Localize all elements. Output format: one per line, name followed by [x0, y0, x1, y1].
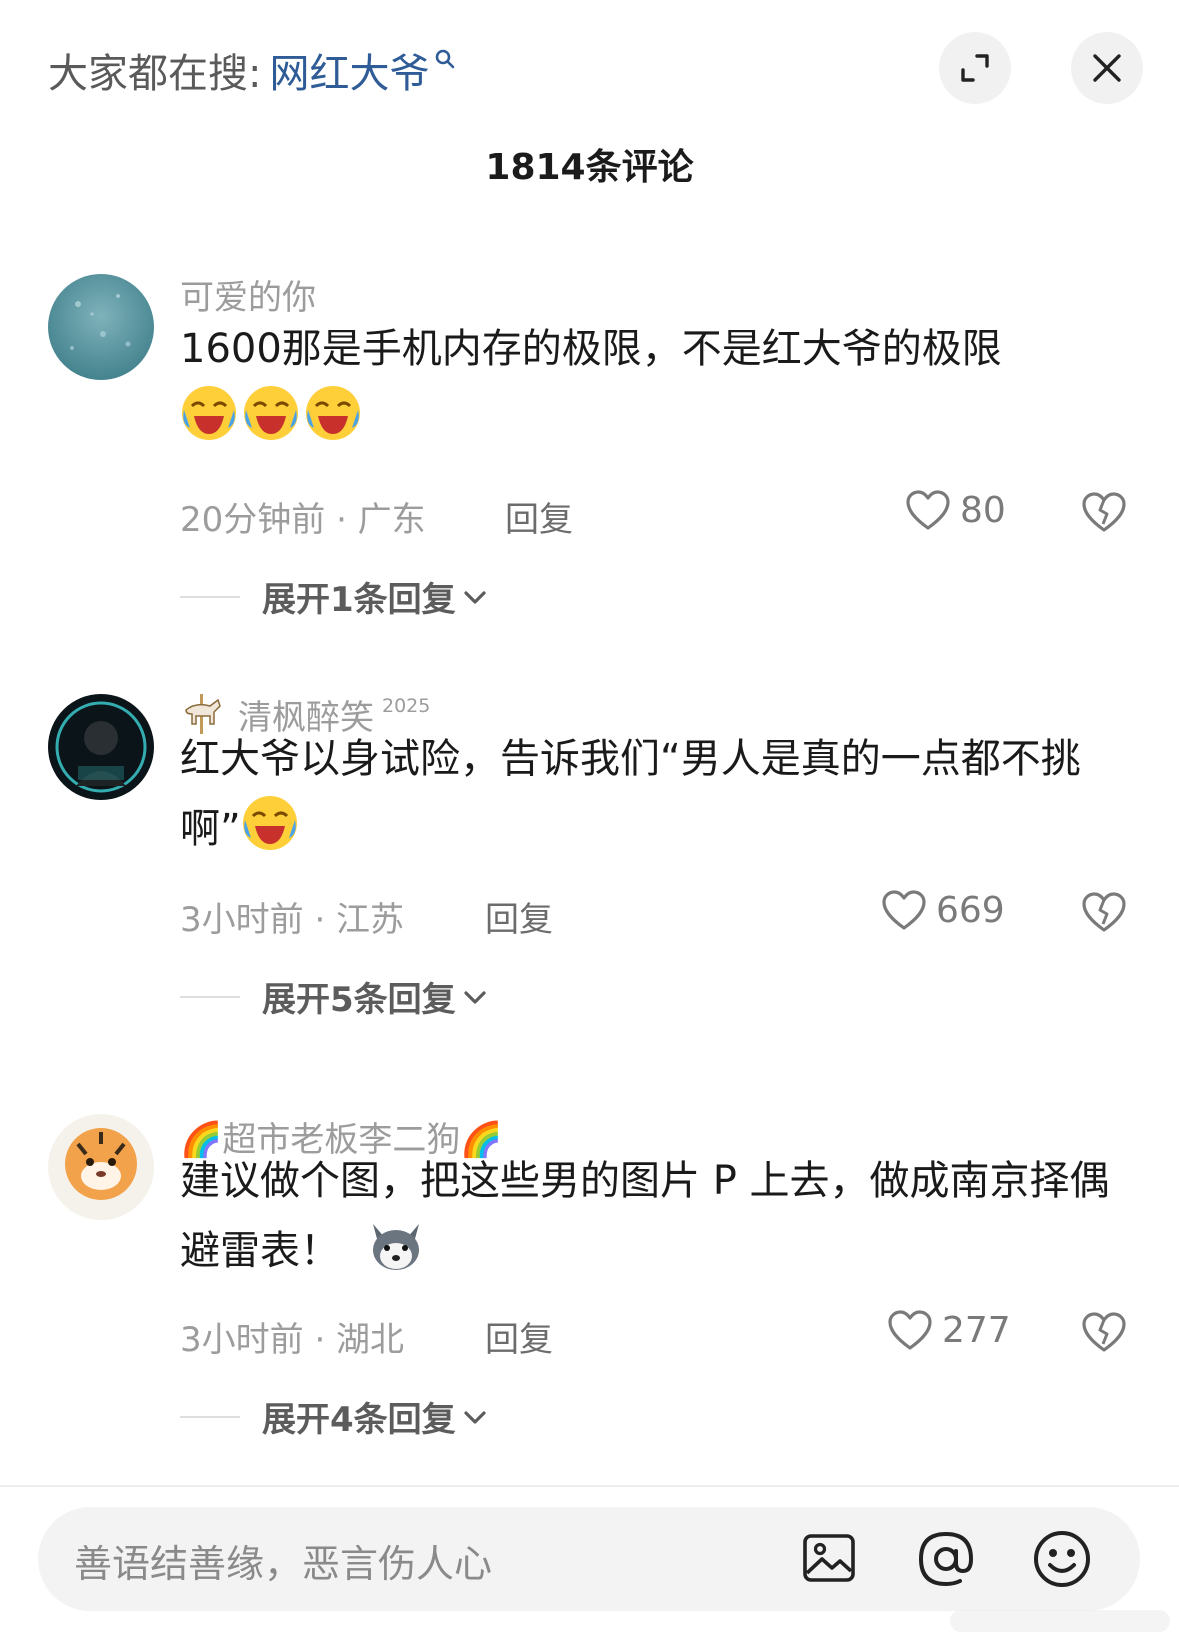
like-count: 669 — [936, 889, 1005, 931]
comment-input[interactable]: 善语结善缘，恶言伤人心 — [38, 1507, 1140, 1611]
expand-replies-label: 展开4条回复 — [262, 1400, 456, 1440]
laughing-crying-emoji-icon — [244, 386, 298, 440]
heart-outline-icon — [888, 1310, 932, 1350]
heart-outline-icon — [906, 490, 950, 530]
laughing-crying-emoji-icon — [306, 386, 360, 440]
divider-line — [180, 1415, 240, 1418]
laughing-crying-emoji-icon — [182, 386, 236, 440]
chevron-down-icon — [464, 590, 486, 604]
expand-replies-button[interactable]: 展开5条回复 — [180, 972, 488, 1021]
like-button[interactable]: 669 — [880, 888, 1005, 932]
comments-sheet: 大家都在搜: 网红大爷 1814条评论 可爱的你 1600那是手机内存的极限，不… — [0, 0, 1179, 1646]
broken-heart-icon[interactable] — [1080, 1310, 1128, 1354]
watermark-logo — [950, 1610, 1170, 1632]
like-count: 80 — [960, 489, 1006, 531]
close-icon — [1093, 54, 1121, 82]
reply-button[interactable]: 回复 — [485, 1312, 553, 1361]
broken-heart-icon[interactable] — [1080, 490, 1128, 534]
comment-input-placeholder: 善语结善缘，恶言伤人心 — [74, 1542, 493, 1586]
comment-text: 建议做个图，把这些男的图片 P 上去，做成南京择偶避雷表！ — [180, 1146, 1140, 1286]
close-button[interactable] — [1071, 32, 1143, 104]
chevron-down-icon — [464, 1410, 486, 1424]
expand-replies-label: 展开1条回复 — [262, 580, 456, 620]
broken-heart-icon[interactable] — [1080, 890, 1128, 934]
expand-icon — [961, 54, 989, 82]
username[interactable]: 可爱的你 — [180, 270, 316, 319]
comment-text-content: 建议做个图，把这些男的图片 P 上去，做成南京择偶避雷表！ — [180, 1158, 1110, 1274]
year-badge: 2025 — [382, 694, 431, 717]
search-prefix: 大家都在搜: — [48, 51, 262, 97]
expand-replies-button[interactable]: 展开4条回复 — [180, 1392, 488, 1441]
divider-line — [180, 595, 240, 598]
username-text: 可爱的你 — [180, 278, 316, 318]
smiley-icon[interactable] — [1032, 1529, 1092, 1589]
husky-dog-emoji-icon — [372, 1224, 419, 1270]
avatar[interactable] — [48, 274, 154, 380]
comment-meta: 3小时前 · 湖北 — [180, 1320, 405, 1360]
at-icon[interactable] — [916, 1529, 976, 1589]
expand-replies-button[interactable]: 展开1条回复 — [180, 572, 488, 621]
comment-meta: 20分钟前 · 广东 — [180, 500, 426, 540]
comment-text-content: 1600那是手机内存的极限，不是红大爷的极限 — [180, 326, 1002, 372]
avatar[interactable] — [48, 694, 154, 800]
input-divider — [0, 1485, 1179, 1487]
comment-text: 红大爷以身试险，告诉我们“男人是真的一点都不挑啊” — [180, 724, 1140, 864]
expand-replies-label: 展开5条回复 — [262, 980, 456, 1020]
like-button[interactable]: 277 — [886, 1308, 1011, 1352]
emoji-row — [180, 386, 366, 442]
trending-search-bar[interactable]: 大家都在搜: 网红大爷 — [48, 38, 457, 102]
comment-count: 1814条评论 — [485, 147, 694, 188]
comment-text: 1600那是手机内存的极限，不是红大爷的极限 — [180, 314, 1140, 454]
chevron-down-icon — [464, 990, 486, 1004]
like-button[interactable]: 80 — [904, 488, 1006, 532]
avatar[interactable] — [48, 1114, 154, 1220]
expand-button[interactable] — [939, 32, 1011, 104]
heart-outline-icon — [882, 890, 926, 930]
search-term-link[interactable]: 网红大爷 — [269, 41, 429, 99]
reply-button[interactable]: 回复 — [505, 492, 573, 541]
like-count: 277 — [942, 1309, 1011, 1351]
divider-line — [180, 995, 240, 998]
image-icon[interactable] — [800, 1529, 858, 1587]
reply-button[interactable]: 回复 — [485, 892, 553, 941]
search-icon — [436, 49, 455, 69]
comment-text-content: 红大爷以身试险，告诉我们“男人是真的一点都不挑啊” — [180, 736, 1081, 852]
comment-meta: 3小时前 · 江苏 — [180, 900, 405, 940]
laughing-crying-emoji-icon — [242, 796, 297, 850]
